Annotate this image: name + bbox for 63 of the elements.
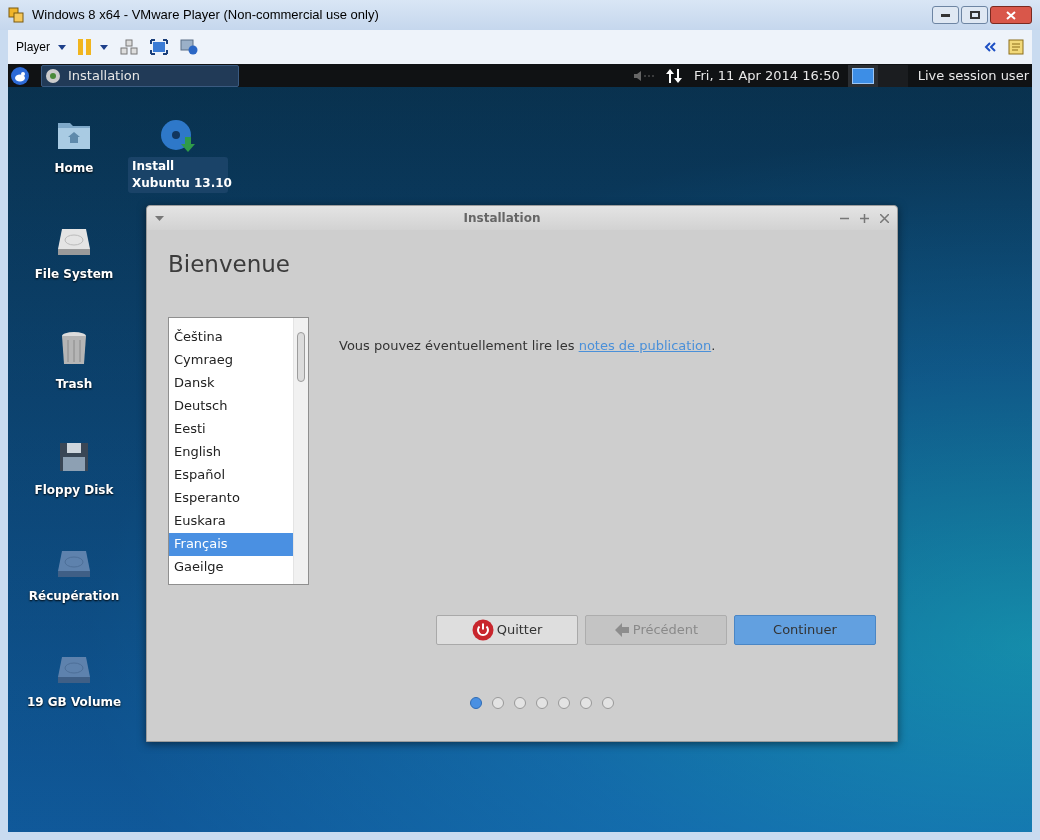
mouse-logo-icon: [11, 66, 29, 85]
close-button[interactable]: [990, 6, 1032, 24]
caret-icon: [58, 44, 66, 50]
language-item[interactable]: Gaeilge: [169, 555, 293, 579]
window-menu-button[interactable]: [155, 215, 164, 221]
scrollbar[interactable]: [293, 317, 308, 584]
send-keys-button[interactable]: [120, 39, 138, 55]
language-item[interactable]: Eesti: [169, 417, 293, 441]
language-item[interactable]: Esperanto: [169, 486, 293, 510]
workspace-icon: [851, 67, 874, 84]
language-item[interactable]: Euskara: [169, 509, 293, 533]
xfce-menu-button[interactable]: [8, 66, 32, 85]
plus-icon: [860, 213, 869, 223]
language-item[interactable]: Dansk: [169, 371, 293, 395]
trash-icon: [60, 331, 88, 367]
desktop-icon-label[interactable]: 19 GB Volume: [22, 693, 126, 711]
desktop-icon-label[interactable]: Récupération: [24, 587, 124, 605]
pause-button[interactable]: [78, 39, 108, 55]
app-logo-icon: [8, 7, 24, 23]
language-item[interactable]: Español: [169, 463, 293, 487]
page-heading: Bienvenue: [168, 250, 291, 279]
close-icon: [880, 213, 889, 223]
language-item[interactable]: Čeština: [169, 325, 293, 349]
caret-icon: [155, 215, 164, 221]
keyboard-keys-icon: [120, 39, 138, 55]
notepad-icon: [1008, 39, 1024, 55]
close-icon: [1006, 10, 1016, 20]
window-title: Windows 8 x64 - VMware Player (Non-commercial use only): [32, 6, 379, 25]
minimize-button[interactable]: [932, 6, 959, 24]
windows-info-icon: [180, 39, 198, 55]
maximize-button[interactable]: [961, 6, 988, 24]
double-chevron-icon: [984, 42, 996, 52]
caret-icon: [100, 44, 108, 50]
desktop-icon-label[interactable]: Trash: [51, 375, 97, 393]
desktop-icon-label[interactable]: Floppy Disk: [30, 481, 118, 499]
workspace-switcher[interactable]: [847, 64, 878, 87]
network-arrows-icon: [665, 67, 682, 84]
language-item[interactable]: English: [169, 440, 293, 464]
release-notes-text: Vous pouvez éventuellement lire les notes de publication.: [339, 336, 716, 355]
pause-icon: [78, 39, 92, 55]
user-name[interactable]: Live session user: [917, 65, 1029, 86]
clock-text: Fri, 11 Apr 2014 16:50: [693, 66, 840, 85]
desktop-icon-label[interactable]: File System: [30, 265, 118, 283]
wizard-button[interactable]: Continuer: [734, 614, 876, 645]
speaker-muted-icon: [633, 70, 654, 81]
minimize-icon: [941, 13, 950, 17]
unity-button[interactable]: [180, 39, 198, 55]
fullscreen-button[interactable]: [150, 39, 168, 55]
disc-download-icon: [160, 119, 196, 153]
language-item[interactable]: Cymraeg: [169, 348, 293, 372]
scrollbar-thumb[interactable]: [297, 331, 305, 382]
player-menu[interactable]: Player: [16, 38, 66, 56]
left-arrow-icon: [613, 621, 630, 638]
dialog-title: Installation: [462, 210, 542, 227]
language-item[interactable]: Deutsch: [169, 394, 293, 418]
fullscreen-icon: [150, 39, 168, 55]
collapse-button[interactable]: [984, 42, 996, 52]
maximize-icon: [969, 11, 980, 19]
power-icon: [471, 618, 494, 641]
installer-icon: [46, 68, 60, 83]
desktop-icon-label[interactable]: Home: [50, 159, 98, 177]
wizard-button[interactable]: Quitter: [436, 614, 578, 645]
taskbar-item[interactable]: Installation: [41, 64, 239, 87]
